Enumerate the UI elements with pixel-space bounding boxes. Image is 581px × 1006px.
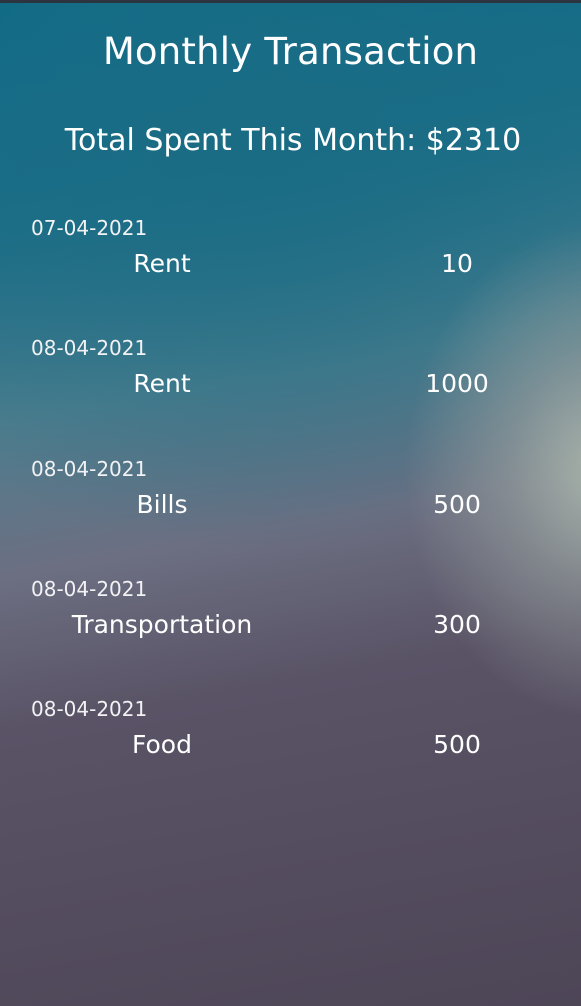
- transaction-amount: 1000: [425, 369, 489, 399]
- transaction-category: Transportation: [71, 609, 253, 639]
- transaction-item[interactable]: 08-04-2021 Rent 1000: [0, 333, 581, 453]
- transaction-category: Food: [132, 730, 192, 760]
- app-screen: Monthly Transaction Total Spent This Mon…: [0, 0, 581, 1006]
- status-bar-strip: [0, 0, 581, 3]
- transaction-item[interactable]: 08-04-2021 Transportation 300: [0, 574, 581, 694]
- transaction-list: 07-04-2021 Rent 10 08-04-2021 Rent 1000 …: [0, 213, 581, 814]
- transaction-date: 08-04-2021: [31, 697, 148, 722]
- transaction-date: 07-04-2021: [31, 216, 148, 240]
- transaction-date: 08-04-2021: [31, 336, 148, 361]
- transaction-item[interactable]: 08-04-2021 Bills 500: [0, 454, 581, 574]
- total-spent-label: Total Spent This Month: $2310: [64, 123, 522, 158]
- transaction-amount: 300: [433, 609, 481, 639]
- transaction-amount: 500: [433, 489, 481, 519]
- transaction-amount: 500: [433, 730, 481, 760]
- page-title: Monthly Transaction: [102, 30, 479, 73]
- transaction-item[interactable]: 08-04-2021 Food 500: [0, 694, 581, 814]
- transaction-amount: 10: [441, 249, 473, 278]
- transaction-date: 08-04-2021: [31, 456, 148, 481]
- transaction-category: Bills: [136, 489, 188, 519]
- transaction-date: 08-04-2021: [31, 576, 148, 601]
- transaction-category: Rent: [133, 249, 191, 278]
- transaction-item[interactable]: 07-04-2021 Rent 10: [0, 213, 581, 333]
- transaction-category: Rent: [133, 369, 191, 399]
